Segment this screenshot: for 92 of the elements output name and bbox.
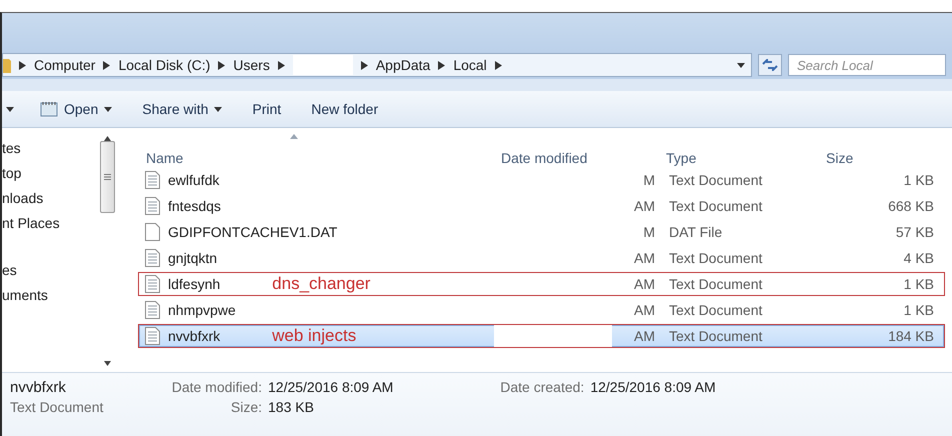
date-cell-text: M [643,224,656,240]
type-cell-text: Text Document [668,172,764,188]
date-cell-text: AM [634,250,656,266]
annotation-label: dns_changer [272,274,370,294]
chevron-icon [494,60,502,70]
text-file-icon [145,171,160,189]
file-name: nhmpvpwe [168,302,236,318]
type-cell-text: Text Document [668,302,764,318]
details-label: Date modified: [170,379,262,397]
annotated-file-row[interactable]: ldfesynh dns_changer AM Text Document 1 KB [138,272,945,296]
size-cell-text: 4 KB [902,250,935,266]
chevron-icon [438,60,446,70]
refresh-icon [762,59,778,71]
file-row[interactable]: fntesdqs AM Text Document 668 KB [138,194,945,218]
column-header[interactable]: Date modified [493,150,658,166]
breadcrumb[interactable]: AppData [376,57,430,73]
text-file-icon [145,249,160,267]
nav-item[interactable]: top [2,165,98,184]
caret-icon [104,106,112,112]
date-cell-text: M [643,172,656,188]
size-cell-text: 1 KB [902,302,935,318]
size-cell-text: 1 KB [902,276,935,292]
details-label: Size: [230,399,262,417]
scrollbar-thumb[interactable] [100,141,115,213]
text-file-icon [145,275,160,293]
details-value: 183 KB [268,399,315,417]
redaction-mark [292,55,353,75]
column-header[interactable]: Name [138,150,493,166]
breadcrumb[interactable]: Computer [34,57,96,73]
notepad-icon [40,101,58,117]
text-file-icon [145,301,160,319]
date-cell-text: AM [634,328,656,344]
breadcrumb[interactable]: Users [233,57,270,73]
toolbar-button[interactable]: New folder [307,99,382,119]
text-file-icon [145,327,160,345]
details-value: 12/25/2016 8:09 AM [268,379,394,397]
text-file-icon [145,197,160,215]
file-row[interactable]: ewlfufdk M Text Document 1 KB [138,168,945,192]
date-cell-text: AM [634,302,656,318]
file-row[interactable]: gnjtqktn AM Text Document 4 KB [138,246,945,270]
scroll-down-icon[interactable] [104,361,111,366]
file-name: ewlfufdk [168,172,220,188]
chevron-icon [19,60,26,70]
column-header[interactable]: Type [658,150,818,166]
blank-file-icon [145,223,160,241]
nav-item[interactable]: nloads [2,190,98,209]
size-cell-text: 1 KB [902,172,935,188]
file-name: ldfesynh [168,276,220,292]
file-row[interactable]: GDIPFONTCACHEV1.DAT M DAT File 57 KB [138,220,945,244]
annotated-file-row[interactable]: nvvbfxrk web injects AM Text Document 184 KB [138,324,945,348]
breadcrumb[interactable]: Local [453,57,487,73]
folder-icon [3,57,11,73]
nav-item[interactable]: es [2,262,98,281]
toolbar-button[interactable]: Share with [138,99,226,119]
sort-arrow-icon [290,134,298,139]
toolbar-button[interactable]: Print [248,99,286,119]
chevron-icon [360,60,368,70]
file-row[interactable]: nhmpvpwe AM Text Document 1 KB [138,298,945,322]
date-cell-text: AM [634,198,656,214]
type-cell-text: Text Document [668,276,764,292]
caret-icon [6,106,14,112]
file-name: fntesdqs [168,198,221,214]
address-bar[interactable]: Computer Local Disk (C:) Users AppData Local [2,53,752,77]
size-cell-text: 57 KB [894,224,935,240]
type-cell-text: Text Document [668,250,764,266]
chevron-icon [218,60,226,70]
file-name: nvvbfxrk [168,328,220,344]
nav-item[interactable]: tes [2,140,98,159]
caret-icon [737,62,745,68]
annotation-label: web injects [272,326,356,346]
breadcrumb[interactable]: Local Disk (C:) [118,57,210,73]
file-name: GDIPFONTCACHEV1.DAT [168,224,338,240]
nav-item[interactable]: nt Places [2,215,98,234]
details-file-type: Text Document [10,399,104,417]
search-field[interactable]: Search Local [788,54,946,76]
type-cell-text: DAT File [668,224,724,240]
details-value: 12/25/2016 8:09 AM [590,379,716,397]
toolbar-button[interactable]: Open [36,99,116,119]
type-cell-text: Text Document [668,328,764,344]
date-cell-text: AM [634,276,656,292]
size-cell-text: 668 KB [887,198,935,214]
type-cell-text: Text Document [668,198,764,214]
refresh-button[interactable] [758,54,782,76]
caret-icon [214,106,222,112]
nav-item[interactable]: uments [2,287,98,306]
column-header[interactable]: Size [818,150,943,166]
chevron-icon [278,60,285,70]
details-file-name: nvvbfxrk [10,379,67,398]
chevron-icon [103,60,110,70]
file-name: gnjtqktn [168,250,218,266]
size-cell-text: 184 KB [887,328,935,344]
details-label: Date created: [499,379,584,397]
